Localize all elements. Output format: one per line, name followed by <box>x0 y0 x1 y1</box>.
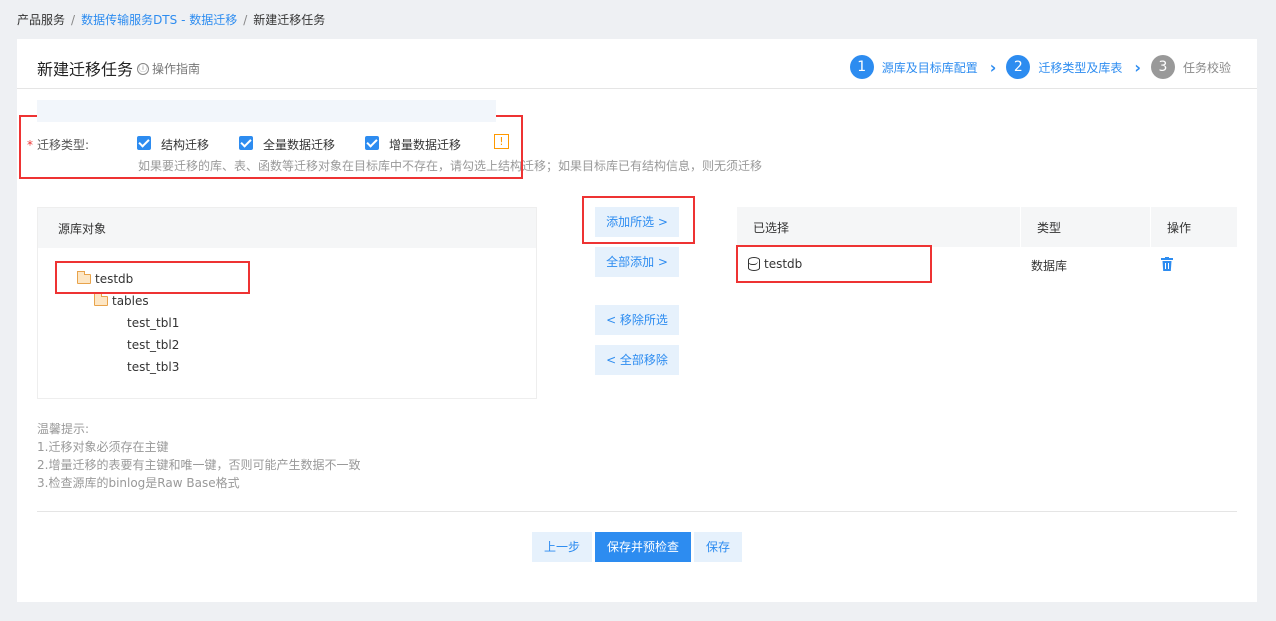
highlight-box-testdb-source <box>55 261 250 294</box>
step-indicator: 1 源库及目标库配置 › 2 迁移类型及库表 › 3 任务校验 <box>849 55 1231 79</box>
column-header-selected: 已选择 <box>753 221 790 235</box>
breadcrumb-separator: / <box>71 13 76 27</box>
tips-section: 温馨提示: 1.迁移对象必须存在主键 2.增量迁移的表要有主键和唯一键，否则可能… <box>37 420 360 492</box>
add-all-button[interactable]: 全部添加 > <box>595 247 679 277</box>
breadcrumb: 产品服务 / 数据传输服务DTS - 数据迁移 / 新建迁移任务 <box>17 11 325 28</box>
step-1-number: 1 <box>849 55 874 79</box>
column-divider <box>1020 207 1021 247</box>
remove-selected-button[interactable]: < 移除所选 <box>595 305 679 335</box>
step-2-number: 2 <box>1006 55 1031 79</box>
tip-item: 3.检查源库的binlog是Raw Base格式 <box>37 476 240 490</box>
remove-all-button[interactable]: < 全部移除 <box>595 345 679 375</box>
column-header-type: 类型 <box>1037 221 1062 235</box>
breadcrumb-item-current: 新建迁移任务 <box>253 13 326 27</box>
column-header-action: 操作 <box>1167 221 1192 235</box>
folder-open-icon <box>94 293 108 306</box>
chevron-right-icon: › <box>989 57 997 77</box>
selected-row-type: 数据库 <box>1031 259 1068 273</box>
save-and-precheck-button[interactable]: 保存并预检查 <box>595 532 691 562</box>
breadcrumb-item-dts[interactable]: 数据传输服务DTS - 数据迁移 <box>81 13 237 27</box>
main-card: 新建迁移任务 ⓘ 操作指南 1 源库及目标库配置 › 2 迁移类型及库表 › 3… <box>17 39 1257 602</box>
info-icon: ⓘ <box>137 62 149 75</box>
step-3-label: 任务校验 <box>1182 60 1231 75</box>
breadcrumb-separator: / <box>243 13 248 27</box>
guide-label: 操作指南 <box>152 62 201 76</box>
highlight-box-migration-type <box>19 115 523 179</box>
highlight-box-add-selected <box>582 196 695 244</box>
chevron-right-icon: › <box>1134 57 1141 77</box>
guide-link[interactable]: ⓘ 操作指南 <box>137 60 200 77</box>
step-1-label: 源库及目标库配置 <box>881 60 978 75</box>
card-header: 新建迁移任务 ⓘ 操作指南 1 源库及目标库配置 › 2 迁移类型及库表 › 3… <box>17 39 1257 89</box>
trash-icon[interactable] <box>1161 257 1173 271</box>
tree-node-table[interactable]: test_tbl2 <box>127 338 179 352</box>
tip-item: 2.增量迁移的表要有主键和唯一键，否则可能产生数据不一致 <box>37 458 361 472</box>
tips-title: 温馨提示: <box>37 422 90 436</box>
step-3-number: 3 <box>1150 55 1175 79</box>
tree-node-folder[interactable]: tables <box>94 293 149 308</box>
breadcrumb-item-product-services[interactable]: 产品服务 <box>17 13 65 27</box>
selected-panel-header: 已选择 类型 操作 <box>737 207 1237 247</box>
tree-node-folder-label: tables <box>112 294 149 308</box>
tree-row-highlight <box>37 100 496 122</box>
highlight-box-testdb-selected <box>736 245 932 283</box>
tree-node-table[interactable]: test_tbl3 <box>127 360 179 374</box>
prev-step-button[interactable]: 上一步 <box>532 532 592 562</box>
column-divider <box>1150 207 1151 247</box>
selected-objects-panel: 已选择 类型 操作 testdb 数据库 <box>737 207 1237 367</box>
tip-item: 1.迁移对象必须存在主键 <box>37 440 169 454</box>
source-panel-header: 源库对象 <box>38 208 536 248</box>
divider <box>37 511 1237 512</box>
save-button[interactable]: 保存 <box>694 532 742 562</box>
page-title: 新建迁移任务 <box>37 60 134 79</box>
step-2-label: 迁移类型及库表 <box>1038 60 1123 75</box>
tree-node-table[interactable]: test_tbl1 <box>127 316 179 330</box>
